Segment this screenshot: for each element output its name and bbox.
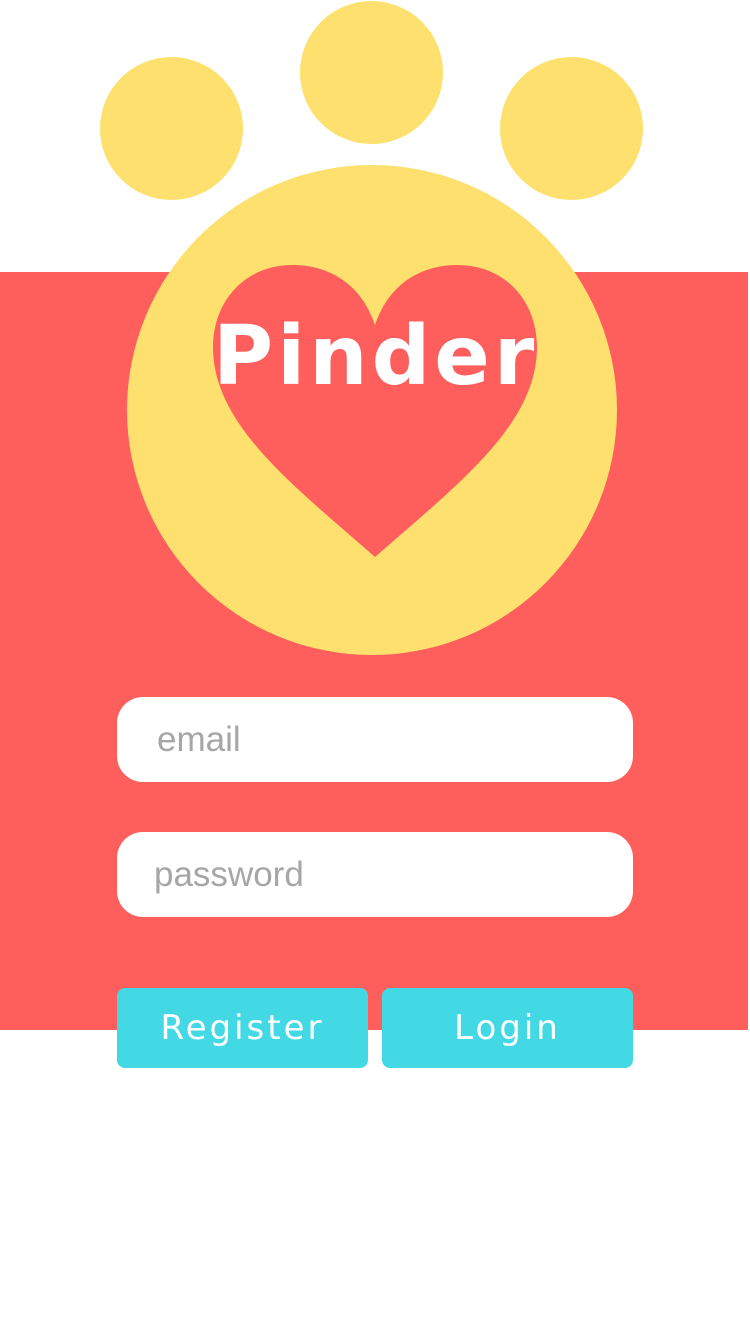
email-field[interactable] xyxy=(117,697,633,782)
login-button[interactable]: Login xyxy=(382,988,633,1068)
email-input[interactable] xyxy=(157,697,633,782)
paw-toe-right-icon xyxy=(500,57,643,200)
paw-toe-middle-icon xyxy=(300,1,443,144)
app-title: Pinder xyxy=(213,309,539,404)
password-field[interactable] xyxy=(117,832,633,917)
register-button[interactable]: Register xyxy=(117,988,368,1068)
password-input[interactable] xyxy=(154,832,633,917)
paw-toe-left-icon xyxy=(100,57,243,200)
